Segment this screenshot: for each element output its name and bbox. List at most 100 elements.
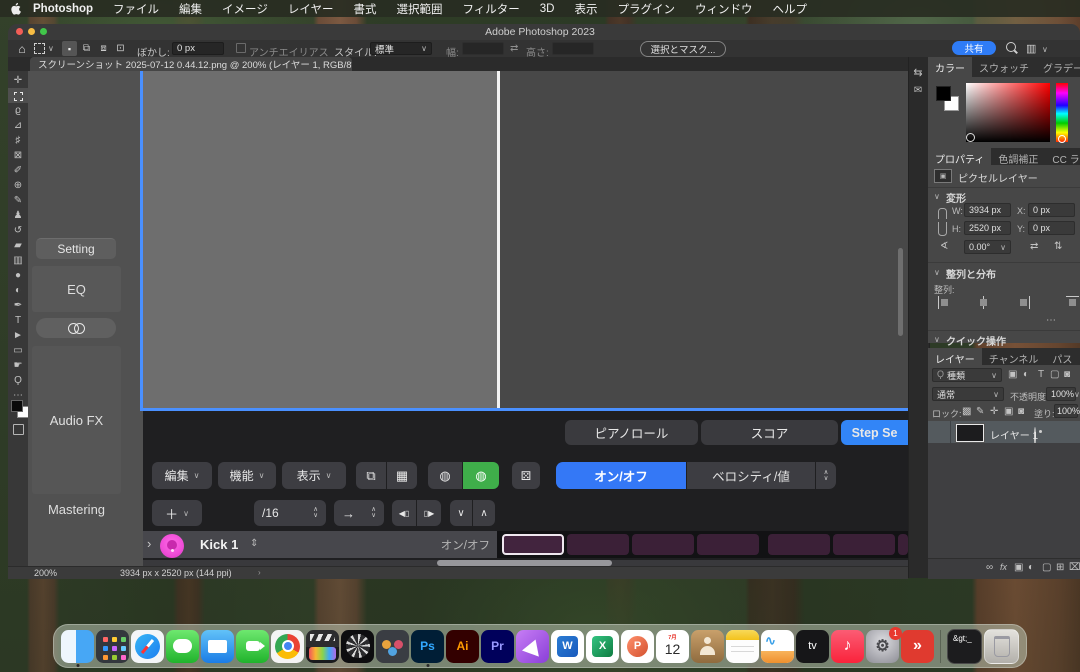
pattern-next-icon[interactable]: ▯▶ bbox=[417, 500, 441, 526]
clone-stamp-tool[interactable]: ♟ bbox=[8, 208, 28, 223]
layer-filter-select[interactable]: Ϙ種類∨ bbox=[932, 368, 1002, 382]
shape-tool[interactable]: ▭ bbox=[8, 343, 28, 358]
adjustment-layer-icon[interactable]: ◐ bbox=[1028, 562, 1034, 573]
playback-direction-stepper[interactable]: →∧∨ bbox=[334, 500, 384, 526]
channel-eq-box[interactable]: EQ bbox=[32, 266, 121, 312]
menu-select[interactable]: 選択範囲 bbox=[386, 1, 452, 17]
channel-mastering-label[interactable]: Mastering bbox=[32, 500, 121, 518]
filter-lock-icon[interactable]: ◙ bbox=[1064, 369, 1070, 380]
layer-style-fx-icon[interactable]: fx bbox=[1000, 562, 1007, 572]
lock-artboard-icon[interactable]: ▣ bbox=[1004, 406, 1013, 417]
fill-input[interactable]: 100% bbox=[1054, 404, 1078, 418]
tab-channels[interactable]: チャンネル bbox=[982, 348, 1046, 365]
workspace-switcher-icon[interactable]: ▥ bbox=[1026, 42, 1036, 55]
mode-stepper[interactable]: ∧∨ bbox=[816, 462, 836, 489]
eyedropper-tool[interactable]: ✐ bbox=[8, 163, 28, 178]
frame-tool[interactable]: ⊠ bbox=[8, 148, 28, 163]
menu-edit[interactable]: 編集 bbox=[169, 1, 212, 17]
dodge-tool[interactable]: ◐ bbox=[8, 283, 28, 298]
menu-photoshop[interactable]: Photoshop bbox=[23, 3, 103, 15]
pads-icon[interactable]: ▦ bbox=[387, 462, 417, 489]
layer-thumbnail[interactable] bbox=[956, 424, 984, 442]
color-field[interactable] bbox=[966, 83, 1050, 142]
tab-color[interactable]: カラー bbox=[928, 57, 972, 77]
midi-in-icon[interactable]: ◍ bbox=[428, 462, 462, 489]
close-window-button[interactable] bbox=[16, 28, 23, 35]
document-tab[interactable]: スクリーンショット 2025-07-12 0.44.12.png @ 200% … bbox=[30, 57, 352, 71]
blend-mode-select[interactable]: 通常∨ bbox=[932, 387, 1004, 401]
selection-mode-add-icon[interactable]: ⧉ bbox=[79, 41, 94, 56]
healing-brush-tool[interactable]: ⊕ bbox=[8, 178, 28, 193]
track-name[interactable]: Kick 1 bbox=[200, 537, 238, 552]
dock-apple-tv[interactable]: tv bbox=[796, 630, 829, 663]
tab-piano-roll[interactable]: ピアノロール bbox=[565, 420, 698, 445]
antialias-checkbox[interactable] bbox=[236, 43, 246, 53]
filter-group-icon[interactable]: ▢ bbox=[1050, 369, 1059, 380]
dock-notes[interactable] bbox=[726, 630, 759, 663]
hue-slider[interactable] bbox=[1056, 83, 1068, 142]
swap-dimensions-icon[interactable]: ⇄ bbox=[510, 43, 518, 54]
status-chevron-icon[interactable]: › bbox=[258, 568, 261, 577]
new-layer-icon[interactable]: ⊞ bbox=[1056, 562, 1064, 573]
brush-tool[interactable]: ✎ bbox=[8, 193, 28, 208]
object-selection-tool[interactable]: ⊿ bbox=[8, 118, 28, 133]
dock-music[interactable]: ♪ bbox=[831, 630, 864, 663]
menu-view[interactable]: 表示 bbox=[564, 1, 607, 17]
lock-position-icon[interactable]: ✛ bbox=[990, 406, 998, 417]
step-cell[interactable] bbox=[768, 534, 830, 555]
layer-name[interactable]: レイヤー 1 bbox=[990, 427, 1038, 442]
step-cell-selected[interactable] bbox=[502, 534, 564, 555]
dock-wave-app[interactable]: ∿ bbox=[761, 630, 794, 663]
selection-mode-intersect-icon[interactable]: ⊡ bbox=[113, 41, 128, 56]
apple-icon[interactable] bbox=[10, 2, 21, 15]
pattern-prev-icon[interactable]: ◀▯ bbox=[392, 500, 416, 526]
dock-calendar[interactable]: 7月12 bbox=[656, 630, 689, 663]
tab-adjustments[interactable]: 色調補正 bbox=[991, 148, 1045, 165]
quick-actions-header[interactable]: クイック操作 bbox=[946, 333, 1006, 348]
channel-setting-button[interactable]: Setting bbox=[36, 238, 116, 259]
screen-mode-icon[interactable] bbox=[13, 424, 24, 435]
channel-audio-fx-box[interactable]: Audio FX bbox=[32, 346, 121, 494]
dock-messages[interactable] bbox=[166, 630, 199, 663]
flip-vertical-icon[interactable]: ⇅ bbox=[1054, 241, 1062, 252]
step-cell-clipped[interactable] bbox=[898, 534, 908, 555]
minimize-window-button[interactable] bbox=[28, 28, 35, 35]
quick-actions-collapse-icon[interactable]: ∨ bbox=[934, 335, 940, 344]
gradient-tool[interactable]: ▥ bbox=[8, 253, 28, 268]
stereo-output-button[interactable] bbox=[36, 318, 116, 338]
dock-terminal[interactable]: &gt;_ bbox=[947, 629, 982, 664]
select-and-mask-button[interactable]: 選択とマスク... bbox=[640, 41, 726, 57]
delete-layer-icon[interactable]: ⌧ bbox=[1069, 562, 1080, 573]
y-input[interactable]: 0 px bbox=[1028, 221, 1075, 235]
random-steps-icon[interactable]: ⚄ bbox=[512, 462, 540, 489]
align-more-icon[interactable]: ⋯ bbox=[1046, 315, 1056, 326]
type-tool[interactable]: T bbox=[8, 313, 28, 328]
flip-horizontal-icon[interactable]: ⇄ bbox=[1030, 241, 1038, 252]
new-group-icon[interactable]: ▢ bbox=[1042, 562, 1051, 573]
menu-window[interactable]: ウィンドウ bbox=[685, 1, 763, 17]
menu-3d[interactable]: 3D bbox=[530, 3, 565, 15]
zoom-level[interactable]: 200% bbox=[34, 568, 57, 578]
history-brush-tool[interactable]: ↺ bbox=[8, 223, 28, 238]
add-mask-icon[interactable]: ▣ bbox=[1014, 562, 1023, 573]
dock-mail[interactable] bbox=[201, 630, 234, 663]
menu-filter[interactable]: フィルター bbox=[452, 1, 529, 17]
height-input[interactable] bbox=[552, 42, 594, 55]
tab-paths[interactable]: パス bbox=[1045, 348, 1079, 365]
dock-finder[interactable] bbox=[61, 630, 94, 663]
dock-powerpoint[interactable]: P bbox=[621, 630, 654, 663]
feather-input[interactable]: 0 px bbox=[172, 42, 224, 55]
step-rate-stepper[interactable]: /16∧∨ bbox=[254, 500, 326, 526]
step-cell[interactable] bbox=[567, 534, 629, 555]
menu-type[interactable]: 書式 bbox=[343, 1, 386, 17]
selection-mode-subtract-icon[interactable]: ⧈ bbox=[96, 41, 111, 56]
x-input[interactable]: 0 px bbox=[1028, 203, 1075, 217]
tab-swatches[interactable]: スウォッチ bbox=[972, 57, 1036, 77]
step-cell[interactable] bbox=[697, 534, 759, 555]
dock-facetime[interactable] bbox=[236, 630, 269, 663]
dock-chrome[interactable] bbox=[271, 630, 304, 663]
zoom-window-button[interactable] bbox=[40, 28, 47, 35]
dock-premiere[interactable]: Pr bbox=[481, 630, 514, 663]
pen-tool[interactable]: ✒ bbox=[8, 298, 28, 313]
blur-tool[interactable]: ● bbox=[8, 268, 28, 283]
